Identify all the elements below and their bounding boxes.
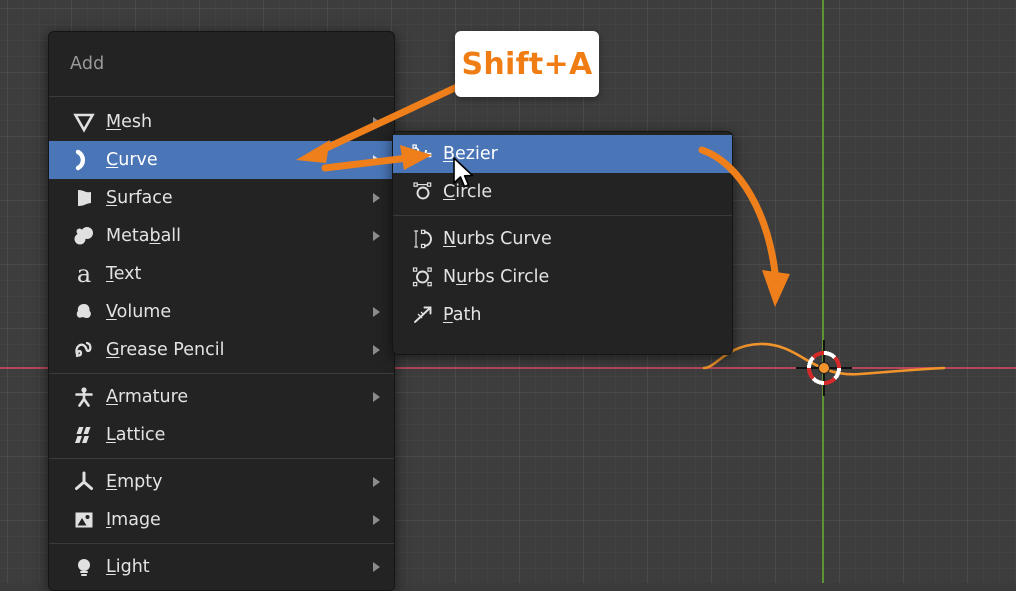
grease-pencil-icon xyxy=(62,338,106,362)
chevron-right-icon xyxy=(373,231,380,241)
menu-item-mesh[interactable]: Mesh xyxy=(49,103,394,141)
image-icon xyxy=(62,508,106,532)
empty-icon xyxy=(62,470,106,494)
add-menu-title: Add xyxy=(49,32,394,96)
menu-item-label: Mesh xyxy=(106,112,152,132)
metaball-icon xyxy=(62,224,106,248)
curve-submenu[interactable]: Bezier Circle Nurbs Curve xyxy=(392,131,733,355)
chevron-right-icon xyxy=(373,477,380,487)
chevron-right-icon xyxy=(373,193,380,203)
chevron-right-icon xyxy=(373,345,380,355)
menu-item-label: Light xyxy=(106,557,150,577)
menu-item-nurbs-circle[interactable]: Nurbs Circle xyxy=(393,258,732,296)
menu-item-circle[interactable]: Circle xyxy=(393,173,732,211)
chevron-right-icon xyxy=(373,155,380,165)
menu-item-curve[interactable]: Curve xyxy=(49,141,394,179)
menu-item-surface[interactable]: Surface xyxy=(49,179,394,217)
menu-separator xyxy=(49,458,394,459)
chevron-right-icon xyxy=(373,515,380,525)
menu-item-label: Armature xyxy=(106,387,188,407)
menu-separator xyxy=(49,543,394,544)
menu-item-label: Text xyxy=(106,264,141,284)
menu-item-label: Nurbs Circle xyxy=(443,267,549,287)
cursor-center-dot xyxy=(818,362,830,374)
menu-item-text[interactable]: aText xyxy=(49,255,394,293)
menu-item-image[interactable]: Image xyxy=(49,501,394,539)
chevron-right-icon xyxy=(373,307,380,317)
menu-item-nurbs-curve[interactable]: Nurbs Curve xyxy=(393,220,732,258)
menu-item-label: Curve xyxy=(106,150,158,170)
chevron-right-icon xyxy=(373,392,380,402)
y-axis-line xyxy=(822,0,824,583)
chevron-right-icon xyxy=(373,117,380,127)
menu-item-light[interactable]: Light xyxy=(49,548,394,586)
path-icon xyxy=(403,303,443,327)
menu-separator xyxy=(49,373,394,374)
menu-item-label: Path xyxy=(443,305,481,325)
volume-icon xyxy=(62,300,106,324)
menu-item-grease-pencil[interactable]: Grease Pencil xyxy=(49,331,394,369)
chevron-right-icon xyxy=(373,562,380,572)
mouse-pointer-icon xyxy=(451,156,477,192)
menu-separator xyxy=(393,215,732,216)
menu-separator xyxy=(49,96,394,97)
nurbs-circle-icon xyxy=(403,265,443,289)
menu-item-volume[interactable]: Volume xyxy=(49,293,394,331)
menu-item-label: Volume xyxy=(106,302,171,322)
curve-submenu-item-list: Bezier Circle Nurbs Curve xyxy=(393,132,732,334)
circle-icon xyxy=(403,180,443,204)
menu-item-label: Metaball xyxy=(106,226,181,246)
menu-item-label: Surface xyxy=(106,188,173,208)
menu-item-label: Image xyxy=(106,510,161,530)
menu-item-path[interactable]: Path xyxy=(393,296,732,334)
menu-item-label: Nurbs Curve xyxy=(443,229,552,249)
shift-a-callout: Shift+A xyxy=(455,31,599,97)
nurbs-curve-icon xyxy=(403,227,443,251)
bezier-icon xyxy=(403,142,443,166)
menu-item-lattice[interactable]: Lattice xyxy=(49,416,394,454)
menu-item-metaball[interactable]: Metaball xyxy=(49,217,394,255)
armature-icon xyxy=(62,385,106,409)
add-menu[interactable]: Add MeshCurveSurfaceMetaballaTextVolumeG… xyxy=(48,31,395,591)
add-menu-item-list: MeshCurveSurfaceMetaballaTextVolumeGreas… xyxy=(49,103,394,586)
light-icon xyxy=(62,555,106,579)
3d-cursor xyxy=(800,344,848,392)
menu-item-label: Empty xyxy=(106,472,162,492)
menu-item-armature[interactable]: Armature xyxy=(49,378,394,416)
lattice-icon xyxy=(62,423,106,447)
menu-item-bezier[interactable]: Bezier xyxy=(393,135,732,173)
surface-icon xyxy=(62,186,106,210)
menu-item-empty[interactable]: Empty xyxy=(49,463,394,501)
menu-item-label: Grease Pencil xyxy=(106,340,224,360)
text-icon: a xyxy=(62,262,106,286)
curve-icon xyxy=(62,148,106,172)
menu-item-label: Lattice xyxy=(106,425,165,445)
mesh-icon xyxy=(62,110,106,134)
